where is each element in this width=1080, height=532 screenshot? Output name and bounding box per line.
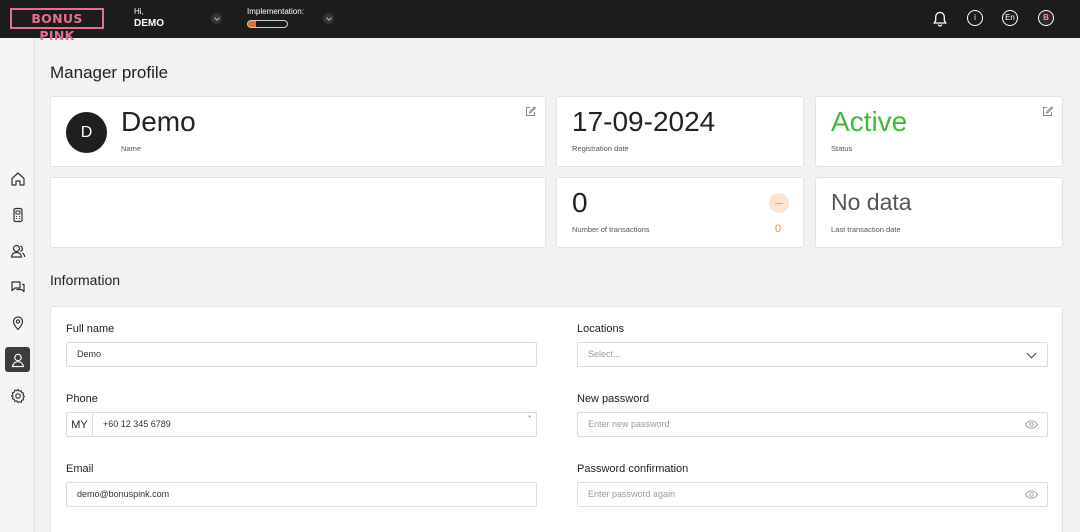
implementation-chevron-icon[interactable] xyxy=(323,13,334,24)
full-name-label: Full name xyxy=(66,323,115,335)
home-icon xyxy=(10,171,25,186)
sidebar-item-locations[interactable] xyxy=(5,310,30,335)
status-card: Active Status xyxy=(815,96,1063,167)
top-bar: BONUS PINK Hi, DEMO Implementation: i En… xyxy=(0,0,1080,43)
registration-card: 17-09-2024 Registration date xyxy=(556,96,804,167)
name-label: Name xyxy=(121,144,142,153)
last-transaction-value: No data xyxy=(831,189,912,215)
profile-avatar: D xyxy=(66,112,107,153)
customers-icon xyxy=(10,244,25,258)
status-label: Status xyxy=(831,144,853,153)
transactions-card: 0 Number of transactions 0 xyxy=(556,177,804,248)
sidebar xyxy=(0,38,35,532)
language-switcher[interactable]: En xyxy=(1002,10,1018,26)
phone-label: Phone xyxy=(66,393,98,405)
sidebar-item-messages[interactable] xyxy=(5,274,30,299)
locations-label: Locations xyxy=(577,323,625,335)
edit-icon[interactable] xyxy=(1042,106,1053,117)
user-greeting[interactable]: Hi, DEMO xyxy=(134,7,164,31)
phone-required-mark: * xyxy=(528,415,531,422)
transactions-secondary-value: 0 xyxy=(775,223,782,235)
password-confirmation-label: Password confirmation xyxy=(577,463,689,475)
status-value: Active xyxy=(831,106,908,137)
locations-select[interactable]: Select... xyxy=(577,342,1048,367)
phone-country-code[interactable]: MY xyxy=(67,413,93,436)
new-password-input[interactable]: Enter new password xyxy=(577,412,1048,437)
gear-icon xyxy=(10,388,25,403)
password-confirmation-input[interactable]: Enter password again xyxy=(577,482,1048,507)
locations-placeholder: Select... xyxy=(588,349,621,359)
username-text: DEMO xyxy=(134,18,164,29)
registration-date-value: 17-09-2024 xyxy=(572,106,716,137)
sidebar-item-profile[interactable] xyxy=(5,347,30,372)
information-title: Information xyxy=(50,272,121,288)
name-value: Demo xyxy=(121,106,196,137)
sidebar-item-settings[interactable] xyxy=(5,383,30,408)
phone-value: +60 12 345 6789 xyxy=(103,419,171,429)
transactions-value: 0 xyxy=(572,187,588,218)
transactions-label: Number of transactions xyxy=(572,225,650,234)
new-password-label: New password xyxy=(577,393,650,405)
sidebar-item-terminal[interactable] xyxy=(5,202,30,227)
brand-logo[interactable]: BONUS PINK xyxy=(10,8,104,43)
terminal-icon xyxy=(12,207,23,222)
implementation-label: Implementation: xyxy=(247,7,304,16)
edit-icon[interactable] xyxy=(525,106,536,117)
password-confirmation-placeholder: Enter password again xyxy=(588,489,676,499)
last-transaction-card: No data Last transaction date xyxy=(815,177,1063,248)
phone-input[interactable]: MY +60 12 345 6789 * xyxy=(66,412,537,437)
chat-icon xyxy=(10,280,25,292)
implementation-progress-bar xyxy=(247,20,288,28)
sidebar-item-home[interactable] xyxy=(5,166,30,191)
account-avatar-letter: B xyxy=(1039,11,1053,25)
account-avatar[interactable]: B xyxy=(1038,10,1054,26)
empty-card xyxy=(50,177,546,248)
eye-icon[interactable] xyxy=(1025,420,1038,429)
full-name-input[interactable]: Demo xyxy=(66,342,537,367)
email-label: Email xyxy=(66,463,94,475)
email-input[interactable]: demo@bonuspink.com xyxy=(66,482,537,507)
greeting-text: Hi, xyxy=(134,7,144,16)
page-title: Manager profile xyxy=(50,63,169,82)
minus-badge-icon xyxy=(769,193,789,213)
name-card: D Demo Name xyxy=(50,96,546,167)
user-icon xyxy=(11,353,24,367)
map-pin-icon xyxy=(12,315,23,330)
chevron-down-icon xyxy=(1026,348,1037,359)
sidebar-item-customers[interactable] xyxy=(5,238,30,263)
information-card: Full name Demo Locations Select... Phone… xyxy=(50,306,1063,532)
eye-icon[interactable] xyxy=(1025,490,1038,499)
implementation-progress-fill xyxy=(248,21,256,27)
bell-icon[interactable] xyxy=(931,10,949,28)
info-icon[interactable]: i xyxy=(967,10,983,26)
last-transaction-label: Last transaction date xyxy=(831,225,901,234)
new-password-placeholder: Enter new password xyxy=(588,419,670,429)
user-menu-chevron-icon[interactable] xyxy=(211,13,222,24)
registration-date-label: Registration date xyxy=(572,144,629,153)
